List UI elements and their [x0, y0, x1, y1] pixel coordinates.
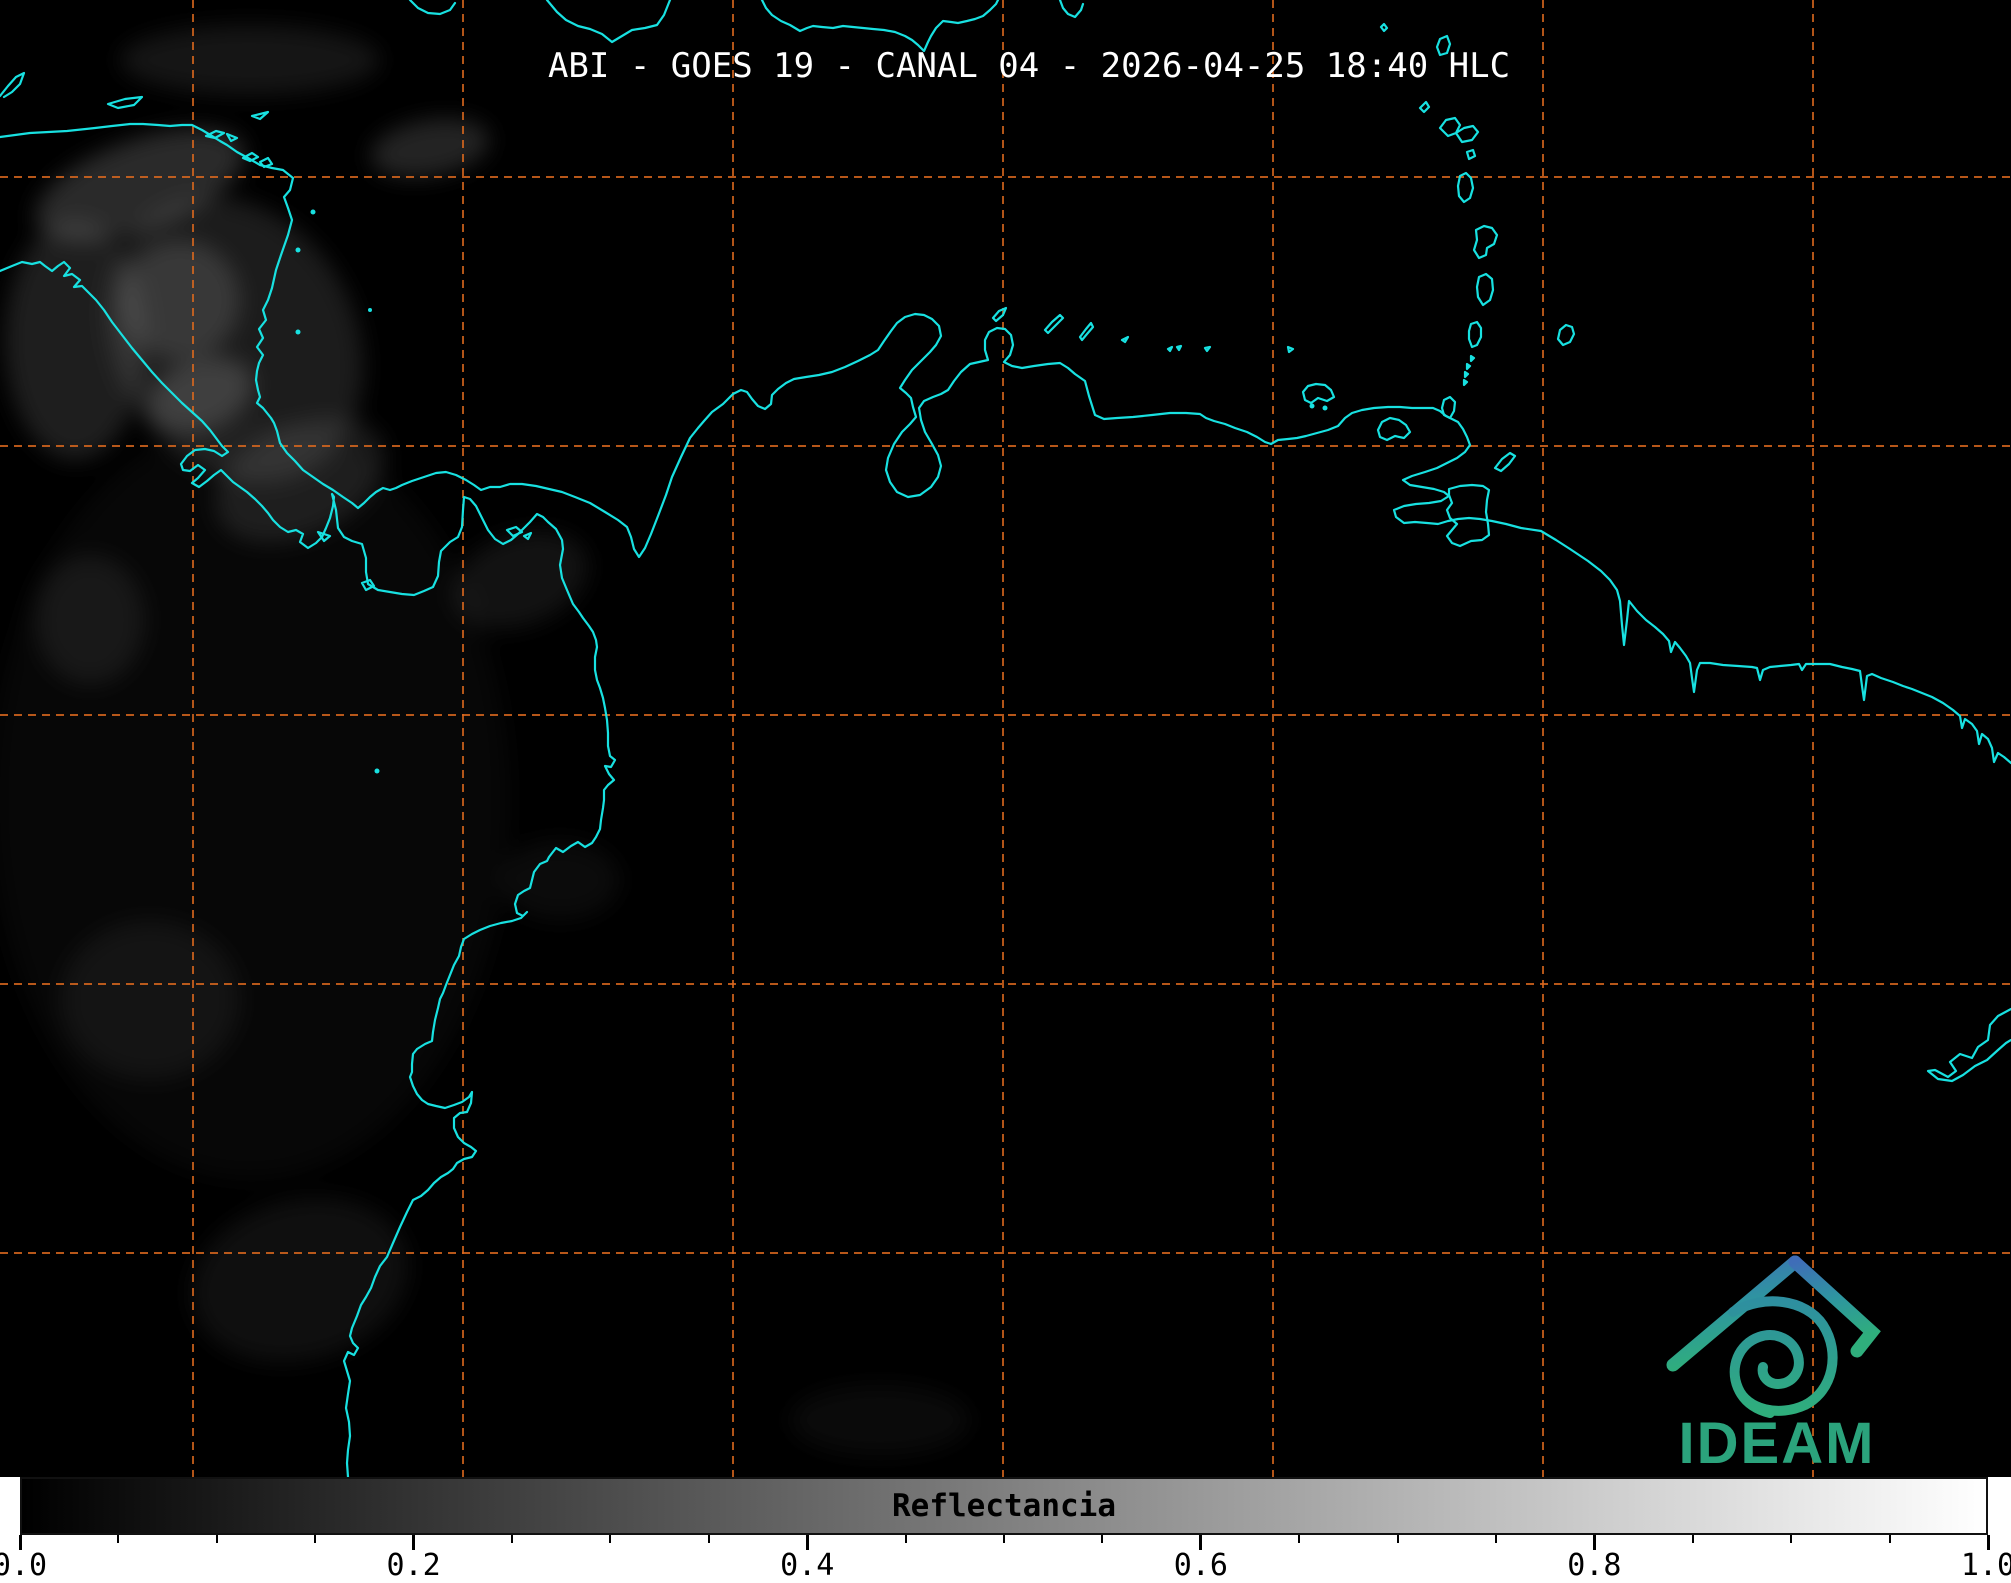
colorbar-tick-label: 0.8	[1567, 1548, 1621, 1583]
colorbar-minor-tick	[1003, 1535, 1005, 1543]
colorbar-minor-tick	[1298, 1535, 1300, 1543]
colorbar-tick-label: 0.6	[1174, 1548, 1228, 1583]
satellite-product-page: { "map": { "title": "ABI - GOES 19 - CAN…	[0, 0, 2011, 1577]
colorbar-axis: 0.00.20.40.60.81.0	[0, 1535, 2011, 1577]
ideam-mountain-icon	[1673, 1262, 1872, 1365]
cloud-field	[0, 25, 970, 1455]
colorbar-minor-tick	[1889, 1535, 1891, 1543]
colorbar-minor-tick	[1495, 1535, 1497, 1543]
hurricane-spiral-icon	[1733, 1301, 1833, 1413]
colorbar-minor-tick	[1397, 1535, 1399, 1543]
colorbar-minor-tick	[117, 1535, 119, 1543]
reflectance-colorbar: Reflectancia	[20, 1477, 1988, 1535]
satellite-map-canvas: IDEAM	[0, 0, 2011, 1477]
ideam-logo-text: IDEAM	[1679, 1411, 1876, 1476]
map-title: ABI - GOES 19 - CANAL 04 - 2026-04-25 18…	[548, 46, 1510, 86]
colorbar-minor-tick	[1692, 1535, 1694, 1543]
colorbar-minor-tick	[314, 1535, 316, 1543]
colorbar-tick-label: 1.0	[1961, 1548, 2011, 1583]
colorbar-minor-tick	[511, 1535, 513, 1543]
colorbar-minor-tick	[216, 1535, 218, 1543]
satellite-map-area: IDEAM ABI - GOES 19 - CANAL 04 - 2026-04…	[0, 0, 2011, 1477]
colorbar-tick-label: 0.0	[0, 1548, 47, 1583]
colorbar-label: Reflectancia	[892, 1488, 1116, 1524]
colorbar-minor-tick	[905, 1535, 907, 1543]
ideam-logo: IDEAM	[1673, 1262, 1875, 1476]
colorbar-minor-tick	[708, 1535, 710, 1543]
colorbar-minor-tick	[609, 1535, 611, 1543]
colorbar-minor-tick	[1790, 1535, 1792, 1543]
colorbar-tick-label: 0.2	[387, 1548, 441, 1583]
colorbar-tick-label: 0.4	[780, 1548, 834, 1583]
colorbar-minor-tick	[1101, 1535, 1103, 1543]
